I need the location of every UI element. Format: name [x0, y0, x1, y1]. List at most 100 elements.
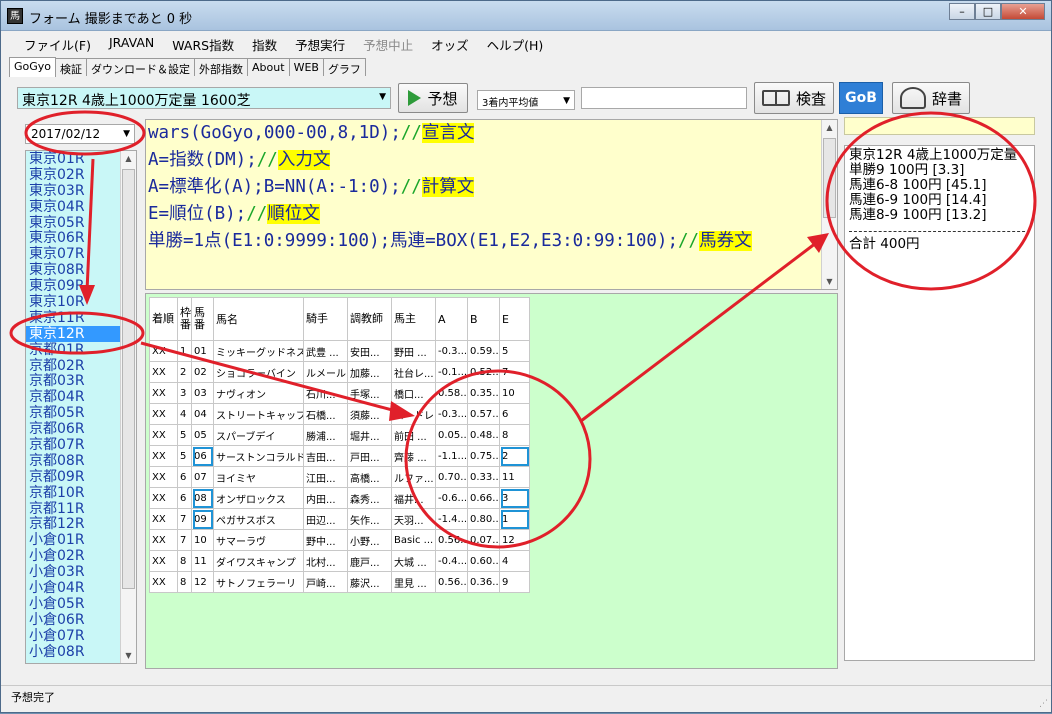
column-header[interactable]: B — [467, 297, 500, 341]
result-line: 馬連6-8 100円 [45.1] — [849, 177, 987, 193]
close-button[interactable]: ✕ — [1001, 3, 1045, 20]
tab-about[interactable]: About — [247, 58, 290, 76]
tab-gogyo[interactable]: GoGyo — [9, 57, 57, 77]
table-row[interactable]: XX 5 05 スパーブデイ 勝浦... 堀井... 前田 ... 0.05... 0.48..… — [149, 424, 530, 446]
minimize-button[interactable]: – — [949, 3, 975, 20]
table-row[interactable]: XX 8 11 ダイワスキャンプ 北村... 鹿戸... 大城 ... -0.4... 0.60… — [149, 550, 530, 572]
table-cell: 11 — [499, 466, 530, 488]
table-cell: ストリートキャップ — [213, 403, 304, 425]
table-cell: 05 — [191, 424, 214, 446]
scroll-thumb[interactable] — [823, 138, 836, 218]
search-input[interactable] — [581, 87, 747, 109]
column-header[interactable]: 馬名 — [213, 297, 304, 341]
column-header[interactable]: 着順 — [149, 297, 178, 341]
menu-run-prediction[interactable]: 予想実行 — [286, 32, 354, 54]
race-list[interactable]: 東京01R 東京02R 東京03R 東京04R 東京05R 東京06R 東京07R 東京08R… — [25, 150, 137, 664]
table-cell: 0.52... — [467, 361, 500, 383]
column-header[interactable]: E — [499, 297, 530, 341]
inspect-button[interactable]: 検査 — [754, 82, 834, 114]
resize-grip-icon[interactable]: ⋰ — [1039, 699, 1048, 709]
column-header[interactable]: 調教師 — [347, 297, 392, 341]
table-row[interactable]: XX 6 07 ヨイミヤ 江田... 高橋... ルファ... 0.70... 0.33... 1… — [149, 466, 530, 488]
average-select-value: 3着内平均値 — [482, 98, 539, 109]
code-label: 馬券文 — [699, 231, 752, 251]
result-line: 馬連8-9 100円 [13.2] — [849, 207, 987, 223]
table-cell: 6 — [177, 487, 192, 509]
menu-jravan[interactable]: JRAVAN — [100, 32, 163, 54]
table-cell: 野中... — [303, 529, 348, 551]
code-comment: // — [256, 150, 278, 170]
code-comment: // — [678, 231, 700, 251]
tab-verify[interactable]: 検証 — [55, 58, 88, 76]
scroll-up-icon[interactable]: ▲ — [121, 151, 136, 166]
table-cell: 06 — [191, 445, 214, 467]
scroll-down-icon[interactable]: ▼ — [121, 648, 136, 663]
table-cell: 04 — [191, 403, 214, 425]
table-cell: 勝浦... — [303, 424, 348, 446]
table-cell: 安田... — [347, 340, 392, 362]
tab-download-settings[interactable]: ダウンロード＆設定 — [86, 58, 196, 76]
maximize-button[interactable]: □ — [975, 3, 1001, 20]
scroll-up-icon[interactable]: ▲ — [822, 120, 837, 135]
script-editor[interactable]: wars(GoGyo,000-00,8,1D);//宣言文 A=指数(DM);/… — [145, 119, 838, 290]
gob-button[interactable]: GoB — [839, 82, 883, 114]
table-row[interactable]: XX 7 09 ペガサスボス 田辺... 矢作... 天羽... -1.4... 0.80...… — [149, 508, 530, 530]
menu-wars-index[interactable]: WARS指数 — [163, 32, 243, 54]
scroll-thumb[interactable] — [122, 169, 135, 589]
table-cell: 2 — [499, 445, 530, 467]
predict-button[interactable]: 予想 — [398, 83, 468, 113]
table-cell: 5 — [177, 424, 192, 446]
average-select[interactable]: 3着内平均値 ▼ — [477, 90, 575, 110]
table-row[interactable]: XX 3 03 ナヴィオン 石川... 手塚... 橋口... 0.58... 0.35... 1… — [149, 382, 530, 404]
toolbar: 東京12R 4歳上1000万定量 1600芝 ▼ 予想 3着内平均値 ▼ 検査 … — [15, 81, 1045, 115]
menu-index[interactable]: 指数 — [243, 32, 286, 54]
table-cell: XX — [149, 508, 178, 530]
column-header[interactable]: A — [435, 297, 468, 341]
table-cell: ナヴィオン — [213, 382, 304, 404]
table-row[interactable]: XX 8 12 サトノフェラーリ 戸崎... 藤沢... 里見 ... 0.56... 0.36… — [149, 571, 530, 593]
tab-external-index[interactable]: 外部指数 — [194, 58, 249, 76]
table-cell: 野田 ... — [391, 340, 436, 362]
table-cell: 9 — [499, 571, 530, 593]
table-row[interactable]: XX 7 10 サマーラヴ 野中... 小野... Basic ... 0.56... 0.07… — [149, 529, 530, 551]
result-header: 東京12R 4歳上1000万定量 — [849, 147, 1018, 163]
dictionary-button[interactable]: 辞書 — [892, 82, 970, 114]
column-header[interactable]: 枠番 — [177, 297, 192, 341]
table-cell: 戸崎... — [303, 571, 348, 593]
column-header[interactable]: 騎手 — [303, 297, 348, 341]
editor-scrollbar[interactable]: ▲ ▼ — [821, 120, 837, 289]
table-cell: 3 — [177, 382, 192, 404]
table-cell: 08 — [191, 487, 214, 509]
table-cell: 0.36... — [467, 571, 500, 593]
table-cell: 社台レ... — [391, 361, 436, 383]
race-list-scrollbar[interactable]: ▲ ▼ — [120, 151, 136, 663]
menu-bar: ファイル(F) JRAVAN WARS指数 指数 予想実行 予想中止 オッズ ヘ… — [1, 32, 1051, 54]
scroll-down-icon[interactable]: ▼ — [822, 274, 837, 289]
table-row[interactable]: XX 6 08 オンザロックス 内田... 森秀... 福井... -0.6... 0.66..… — [149, 487, 530, 509]
column-header[interactable]: 馬番 — [191, 297, 214, 341]
table-cell: 11 — [191, 550, 214, 572]
table-row[interactable]: XX 5 06 サーストンコラルド 吉田... 戸田... 齊藤 ... -1.1... 0.7… — [149, 445, 530, 467]
table-cell: XX — [149, 550, 178, 572]
tab-web[interactable]: WEB — [288, 58, 324, 76]
table-cell: ペガサスボス — [213, 508, 304, 530]
table-cell: 10 — [499, 382, 530, 404]
table-cell: XX — [149, 340, 178, 362]
column-header[interactable]: 馬主 — [391, 297, 436, 341]
menu-file[interactable]: ファイル(F) — [15, 32, 100, 54]
table-row[interactable]: XX 1 01 ミッキーグッドネス 武豊 ... 安田... 野田 ... -0.3... 0.… — [149, 340, 530, 362]
menu-help[interactable]: ヘルプ(H) — [478, 32, 553, 54]
table-cell: XX — [149, 571, 178, 593]
table-cell: 藤沢... — [347, 571, 392, 593]
table-row[interactable]: XX404ストリートキャップ石橋...須藤...ロードレ...-0.3...0.… — [149, 403, 530, 425]
code-text: A=指数(DM); — [148, 150, 257, 170]
table-row[interactable]: XX 2 02 ショコラーバイン ルメール 加藤... 社台レ... -0.1... 0.52.… — [149, 361, 530, 383]
book-icon — [761, 90, 790, 106]
menu-odds[interactable]: オッズ — [422, 32, 478, 54]
race-select[interactable]: 東京12R 4歳上1000万定量 1600芝 ▼ — [17, 87, 391, 109]
menu-stop-prediction[interactable]: 予想中止 — [354, 32, 422, 54]
date-select[interactable]: 2017/02/12 ▼ — [25, 124, 135, 144]
tab-graph[interactable]: グラフ — [322, 58, 366, 76]
table-cell: XX — [149, 487, 178, 509]
table-cell: -0.3... — [435, 340, 468, 362]
